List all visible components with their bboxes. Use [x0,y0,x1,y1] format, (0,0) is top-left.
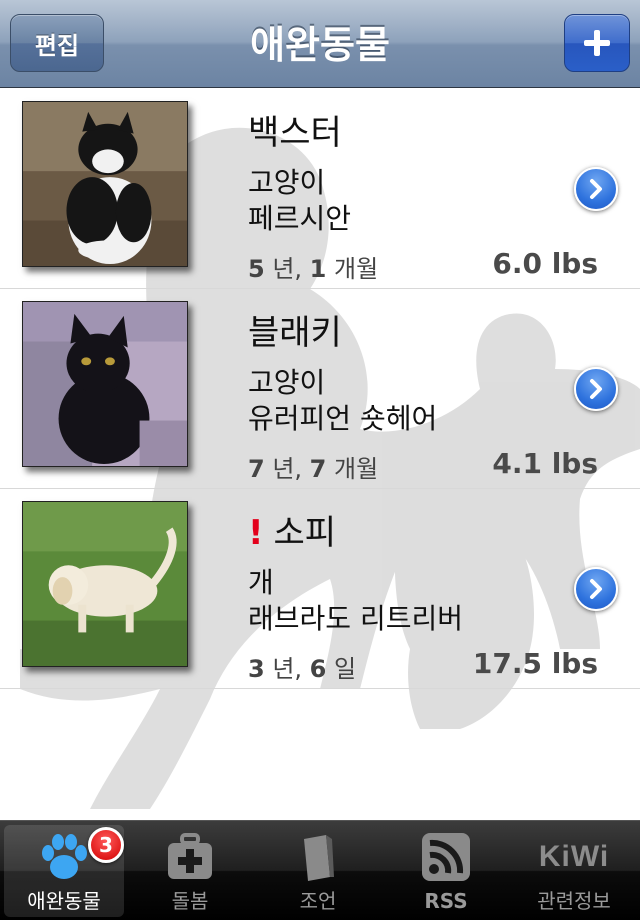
tab-pets[interactable]: 애완동물 3 [4,825,124,917]
pet-name: 블래키 [248,313,342,353]
pet-weight: 4.1 lbs [492,447,598,480]
add-pet-button[interactable] [564,14,630,72]
pet-row-blackie[interactable]: 블래키 고양이 유러피언 숏헤어 7 년, 7 개월 4.1 lbs [0,289,640,489]
tab-care[interactable]: 돌봄 [130,825,250,917]
pet-row-sophie[interactable]: ! 소피 개 래브라도 리트리버 3 년, 6 일 17.5 lbs [0,489,640,689]
rss-icon [416,829,476,885]
pet-age: 5 년, 1 개월 [248,255,379,283]
chevron-right-icon [590,579,602,599]
pet-weight: 6.0 lbs [492,247,598,280]
chevron-right-icon [590,179,602,199]
pet-name: 백스터 [248,113,342,153]
plus-icon [584,30,610,56]
pet-breed: 래브라도 리트리버 [248,602,463,635]
tab-advice[interactable]: 조언 [258,825,378,917]
page-title: 애완동물 [250,23,390,67]
pet-row-baxter[interactable]: 백스터 고양이 페르시안 5 년, 1 개월 6.0 lbs [0,89,640,289]
tab-related-info[interactable]: KiWi 관련정보 [514,825,634,917]
alert-icon: ! [248,513,264,553]
detail-disclosure-button[interactable] [574,367,618,411]
pet-breed: 유러피언 숏헤어 [248,402,438,435]
kiwi-icon: KiWi [538,840,610,873]
medical-bag-icon [160,829,220,885]
pet-species: 고양이 [248,366,326,399]
tab-label: 관련정보 [537,889,611,913]
detail-disclosure-button[interactable] [574,167,618,211]
pet-species: 개 [248,566,274,599]
pet-age: 3 년, 6 일 [248,655,357,683]
pet-photo [22,501,188,667]
pet-photo [22,101,188,267]
tab-label: 애완동물 [27,889,101,913]
tab-label: 조언 [299,889,337,913]
pet-photo [22,301,188,467]
pet-species: 고양이 [248,166,326,199]
detail-disclosure-button[interactable] [574,567,618,611]
pet-weight: 17.5 lbs [472,647,598,680]
pet-age: 7 년, 7 개월 [248,455,379,483]
pet-name: ! 소피 [248,513,337,553]
notification-badge: 3 [88,827,124,863]
chevron-right-icon [590,379,602,399]
navigation-bar: 편집 애완동물 [0,0,640,88]
book-icon [288,829,348,885]
pet-breed: 페르시안 [248,202,352,235]
tab-rss[interactable]: RSS [386,825,506,917]
tab-bar: 애완동물 3 돌봄 조언 RSS KiWi 관련정보 [0,820,640,920]
tab-label: RSS [424,889,468,913]
paw-icon [34,829,94,885]
tab-label: 돌봄 [171,889,209,913]
pet-list[interactable]: 백스터 고양이 페르시안 5 년, 1 개월 6.0 lbs 블래키 고양이 유… [0,89,640,820]
